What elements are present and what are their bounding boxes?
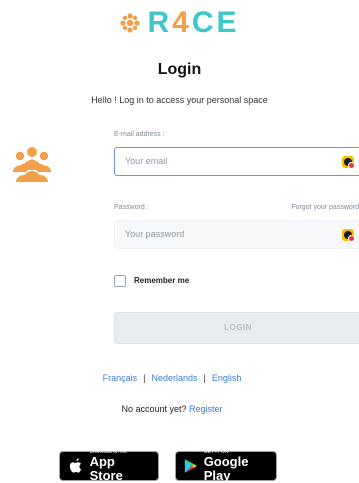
- separator: |: [203, 373, 206, 383]
- register-link[interactable]: Register: [189, 404, 223, 414]
- no-account-text: No account yet?: [121, 404, 187, 414]
- remember-me-label[interactable]: Remember me: [134, 276, 189, 285]
- forgot-password-link[interactable]: Forgot your password: [271, 204, 359, 211]
- brand-logo: R4CE: [0, 8, 359, 38]
- logo-mark-icon: [120, 13, 141, 33]
- email-field[interactable]: Your email: [114, 147, 359, 176]
- apple-icon: [69, 458, 82, 473]
- google-badge-big-text: Google Play: [203, 454, 249, 483]
- language-link-en[interactable]: English: [212, 373, 242, 383]
- email-placeholder: Your email: [125, 156, 168, 166]
- login-button[interactable]: LOGIN: [114, 312, 359, 344]
- email-label: E-mail address :: [114, 131, 165, 138]
- logo-wordmark: R4CE: [147, 6, 240, 39]
- language-switcher: Français | Nederlands | English: [0, 373, 344, 383]
- language-link-nl[interactable]: Nederlands: [151, 373, 197, 383]
- password-field[interactable]: Your password: [114, 220, 359, 249]
- language-link-fr[interactable]: Français: [103, 373, 138, 383]
- remember-me-checkbox[interactable]: [114, 275, 126, 287]
- google-play-badge[interactable]: GET IT ON Google Play: [175, 449, 277, 483]
- users-group-icon: [13, 147, 51, 182]
- page-subtitle: Hello ! Log in to access your personal s…: [91, 95, 268, 105]
- page-title: Login: [157, 61, 202, 78]
- password-placeholder: Your password: [125, 229, 185, 239]
- app-store-badge[interactable]: Download on the App Store: [59, 449, 159, 483]
- apple-badge-big-text: App Store: [89, 454, 123, 483]
- password-manager-icon[interactable]: [342, 229, 355, 242]
- password-manager-icon[interactable]: [342, 156, 355, 169]
- signup-prompt: No account yet? Register: [0, 404, 344, 414]
- google-play-icon: [184, 459, 197, 473]
- password-label: Password :: [114, 204, 149, 211]
- separator: |: [143, 373, 146, 383]
